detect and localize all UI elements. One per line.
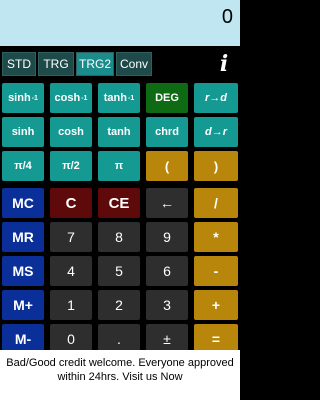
rad-to-deg-button[interactable]: r→d	[194, 83, 238, 113]
left-paren-button[interactable]: (	[146, 151, 188, 181]
cosh-button[interactable]: cosh	[50, 117, 92, 147]
tab-conv[interactable]: Conv	[116, 52, 152, 76]
add-button[interactable]: +	[194, 290, 238, 320]
digit-7-button[interactable]: 7	[50, 222, 92, 252]
digit-4-button[interactable]: 4	[50, 256, 92, 286]
divide-button[interactable]: /	[194, 188, 238, 218]
tanh-inverse-label: tanh	[103, 92, 127, 104]
right-paren-button[interactable]: )	[194, 151, 238, 181]
pi-over-2-button[interactable]: π/2	[50, 151, 92, 181]
tanh-inverse-button[interactable]: tanh -1	[98, 83, 140, 113]
subtract-button[interactable]: -	[194, 256, 238, 286]
digit-3-button[interactable]: 3	[146, 290, 188, 320]
mr-button[interactable]: MR	[2, 222, 44, 252]
digit-2-button[interactable]: 2	[98, 290, 140, 320]
deg-to-rad-button[interactable]: d→r	[194, 117, 238, 147]
ad-text: Bad/Good credit welcome. Everyone approv…	[6, 357, 234, 383]
tab-trg[interactable]: TRG	[38, 52, 74, 76]
inverse-superscript: -1	[128, 94, 135, 102]
clear-button[interactable]: C	[50, 188, 92, 218]
cosh-inverse-label: cosh	[54, 92, 81, 104]
cosh-inverse-button[interactable]: cosh -1	[50, 83, 92, 113]
digit-9-button[interactable]: 9	[146, 222, 188, 252]
pi-button[interactable]: π	[98, 151, 140, 181]
chrd-button[interactable]: chrd	[146, 117, 188, 147]
sinh-inverse-label: sinh	[8, 92, 31, 104]
deg-button[interactable]: DEG	[146, 83, 188, 113]
tab-std[interactable]: STD	[2, 52, 36, 76]
digit-1-button[interactable]: 1	[50, 290, 92, 320]
display: 0	[0, 0, 240, 46]
clear-entry-button[interactable]: CE	[98, 188, 140, 218]
tab-trg2[interactable]: TRG2	[76, 52, 114, 76]
info-icon[interactable]: i	[216, 52, 232, 76]
digit-6-button[interactable]: 6	[146, 256, 188, 286]
digit-8-button[interactable]: 8	[98, 222, 140, 252]
mode-bar: STD TRG TRG2 Conv i	[0, 50, 240, 78]
inverse-superscript: -1	[31, 94, 38, 102]
tanh-button[interactable]: tanh	[98, 117, 140, 147]
mc-button[interactable]: MC	[2, 188, 44, 218]
inverse-superscript: -1	[81, 94, 88, 102]
mplus-button[interactable]: M+	[2, 290, 44, 320]
pi-over-4-button[interactable]: π/4	[2, 151, 44, 181]
ms-button[interactable]: MS	[2, 256, 44, 286]
digit-5-button[interactable]: 5	[98, 256, 140, 286]
backspace-button[interactable]: ←	[146, 188, 188, 218]
multiply-button[interactable]: *	[194, 222, 238, 252]
sinh-button[interactable]: sinh	[2, 117, 44, 147]
sinh-inverse-button[interactable]: sinh -1	[2, 83, 44, 113]
ad-banner[interactable]: Bad/Good credit welcome. Everyone approv…	[0, 350, 240, 400]
display-value: 0	[221, 6, 233, 28]
